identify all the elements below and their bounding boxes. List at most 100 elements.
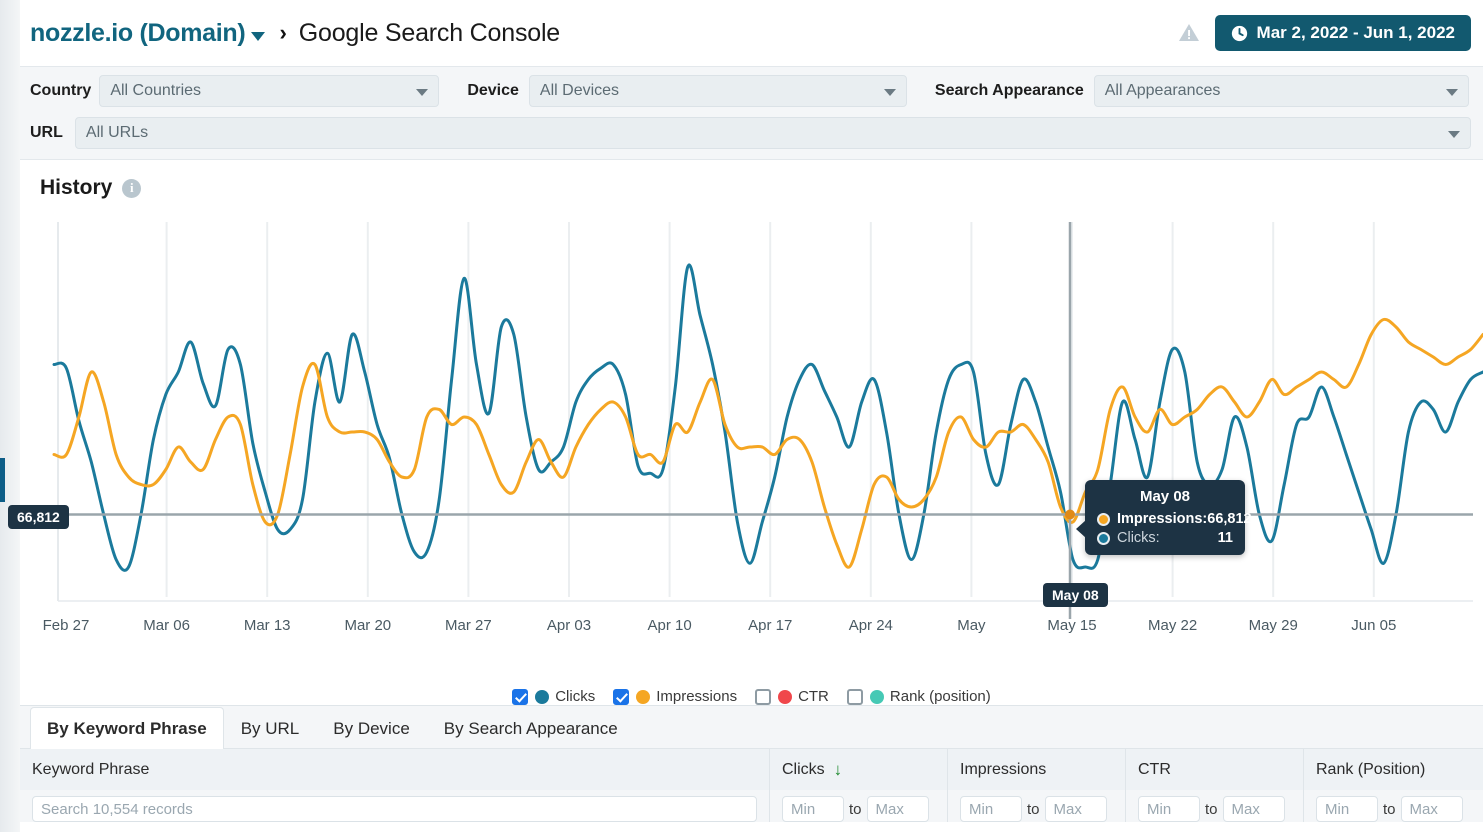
legend-color-dot-icon <box>535 690 549 704</box>
url-value: All URLs <box>86 124 148 142</box>
country-label: Country <box>30 82 91 100</box>
tab-by-url[interactable]: By URL <box>224 707 317 749</box>
results-tabs: By Keyword PhraseBy URLBy DeviceBy Searc… <box>20 706 1483 748</box>
x-axis-tick-label: Mar 27 <box>445 617 492 634</box>
x-axis-tick-label: Mar 13 <box>244 617 291 634</box>
history-chart[interactable]: Feb 27Mar 06Mar 13Mar 20Mar 27Apr 03Apr … <box>40 212 1463 682</box>
keyword-search-input[interactable]: Search 10,554 records <box>32 796 757 822</box>
tooltip-date: May 08 <box>1097 488 1233 505</box>
x-axis-tick-label: May 22 <box>1148 617 1197 634</box>
table-header-clicks[interactable]: Clicks ↓ <box>770 749 948 790</box>
legend-label: Clicks <box>555 688 595 705</box>
url-select[interactable]: All URLs <box>75 117 1471 149</box>
rank-max-input[interactable]: Max <box>1401 796 1463 822</box>
warning-icon[interactable] <box>1177 21 1201 45</box>
chart-legend: Clicks Impressions CTR Rank (position) <box>30 682 1473 705</box>
left-sidebar-sliver <box>0 0 20 832</box>
x-axis-tick-label: Feb 27 <box>43 617 90 634</box>
x-axis-tick-label: Mar 20 <box>344 617 391 634</box>
clicks-to-label: to <box>849 801 862 818</box>
rank-min-input[interactable]: Min <box>1316 796 1378 822</box>
chevron-down-icon[interactable] <box>251 32 265 41</box>
search-appearance-value: All Appearances <box>1105 82 1221 100</box>
rank-to-label: to <box>1383 801 1396 818</box>
table-header-label: CTR <box>1138 761 1171 779</box>
legend-item-ctr[interactable]: CTR <box>755 688 829 705</box>
chevron-down-icon <box>1446 89 1458 96</box>
impressions-min-input[interactable]: Min <box>960 796 1022 822</box>
x-axis-tick-label: Apr 24 <box>849 617 893 634</box>
date-range-label: Mar 2, 2022 - Jun 1, 2022 <box>1257 23 1455 43</box>
table-header-row: Keyword Phrase Clicks ↓ Impressions CTR Rank … <box>20 748 1483 790</box>
table-header-label: Clicks <box>782 761 825 779</box>
x-axis-tick-label: May 15 <box>1047 617 1096 634</box>
history-card: History i Feb 27Mar 06Mar 13Mar 20Mar 27… <box>20 160 1483 705</box>
sidebar-active-accent <box>0 458 5 502</box>
legend-item-rank-position[interactable]: Rank (position) <box>847 688 991 705</box>
sort-desc-arrow-icon: ↓ <box>834 760 843 780</box>
legend-item-clicks[interactable]: Clicks <box>512 688 595 705</box>
table-header-label: Keyword Phrase <box>32 761 149 779</box>
device-select[interactable]: All Devices <box>529 75 907 107</box>
ctr-range-cell: Min to Max <box>1126 790 1304 822</box>
breadcrumb-domain[interactable]: nozzle.io (Domain) <box>30 19 265 48</box>
country-select[interactable]: All Countries <box>99 75 439 107</box>
tooltip-impressions-label: Impressions: <box>1117 511 1207 527</box>
search-appearance-label: Search Appearance <box>935 82 1084 100</box>
device-label: Device <box>467 82 519 100</box>
table-header-ctr[interactable]: CTR <box>1126 749 1304 790</box>
table-header-keyword-phrase[interactable]: Keyword Phrase <box>20 749 770 790</box>
info-icon[interactable]: i <box>122 179 141 198</box>
legend-checkbox[interactable] <box>755 689 771 705</box>
chart-canvas: Feb 27Mar 06Mar 13Mar 20Mar 27Apr 03Apr … <box>40 212 1483 642</box>
tooltip-clicks-label: Clicks: <box>1117 530 1160 546</box>
legend-item-impressions[interactable]: Impressions <box>613 688 737 705</box>
device-value: All Devices <box>540 82 619 100</box>
app-header: nozzle.io (Domain) › Google Search Conso… <box>20 0 1483 66</box>
tab-by-keyword-phrase[interactable]: By Keyword Phrase <box>30 707 224 749</box>
results-panel: By Keyword PhraseBy URLBy DeviceBy Searc… <box>20 705 1483 822</box>
breadcrumb-domain-label: nozzle.io (Domain) <box>30 19 245 48</box>
history-title: History <box>40 176 112 200</box>
clock-icon <box>1231 25 1248 42</box>
date-range-button[interactable]: Mar 2, 2022 - Jun 1, 2022 <box>1215 15 1471 51</box>
tooltip-impressions-value: 66,812 <box>1207 511 1251 527</box>
url-label: URL <box>30 124 63 142</box>
rank-range-cell: Min to Max <box>1304 790 1483 822</box>
chart-tooltip: May 08 Impressions: 66,812 Clicks: 11 <box>1085 480 1245 555</box>
x-axis-tick-label: May 29 <box>1249 617 1298 634</box>
table-header-impressions[interactable]: Impressions <box>948 749 1126 790</box>
impressions-to-label: to <box>1027 801 1040 818</box>
x-axis-date-flag: May 08 <box>1043 583 1108 607</box>
clicks-min-input[interactable]: Min <box>782 796 844 822</box>
impressions-max-input[interactable]: Max <box>1045 796 1107 822</box>
clicks-range-cell: Min to Max <box>770 790 948 822</box>
history-header: History i <box>30 160 1473 212</box>
chevron-down-icon <box>884 89 896 96</box>
legend-label: Impressions <box>656 688 737 705</box>
tab-by-device[interactable]: By Device <box>316 707 427 749</box>
impressions-range-cell: Min to Max <box>948 790 1126 822</box>
x-axis-tick-label: Jun 05 <box>1351 617 1396 634</box>
table-header-rank-position[interactable]: Rank (Position) <box>1304 749 1483 790</box>
ctr-min-input[interactable]: Min <box>1138 796 1200 822</box>
clicks-dot-icon <box>1097 532 1110 545</box>
search-appearance-select[interactable]: All Appearances <box>1094 75 1469 107</box>
legend-label: Rank (position) <box>890 688 991 705</box>
legend-label: CTR <box>798 688 829 705</box>
legend-checkbox[interactable] <box>847 689 863 705</box>
country-value: All Countries <box>110 82 201 100</box>
chevron-down-icon <box>416 89 428 96</box>
tab-by-search-appearance[interactable]: By Search Appearance <box>427 707 635 749</box>
chevron-down-icon <box>1448 131 1460 138</box>
legend-color-dot-icon <box>636 690 650 704</box>
ctr-max-input[interactable]: Max <box>1223 796 1285 822</box>
filter-row-1: Country All Countries Device All Devices… <box>30 75 1471 107</box>
page-title: Google Search Console <box>299 19 560 48</box>
legend-checkbox[interactable] <box>613 689 629 705</box>
clicks-max-input[interactable]: Max <box>867 796 929 822</box>
legend-checkbox[interactable] <box>512 689 528 705</box>
tooltip-row-impressions: Impressions: 66,812 <box>1097 511 1233 527</box>
filter-row-2: URL All URLs <box>30 117 1471 149</box>
x-axis-tick-label: Apr 03 <box>547 617 591 634</box>
